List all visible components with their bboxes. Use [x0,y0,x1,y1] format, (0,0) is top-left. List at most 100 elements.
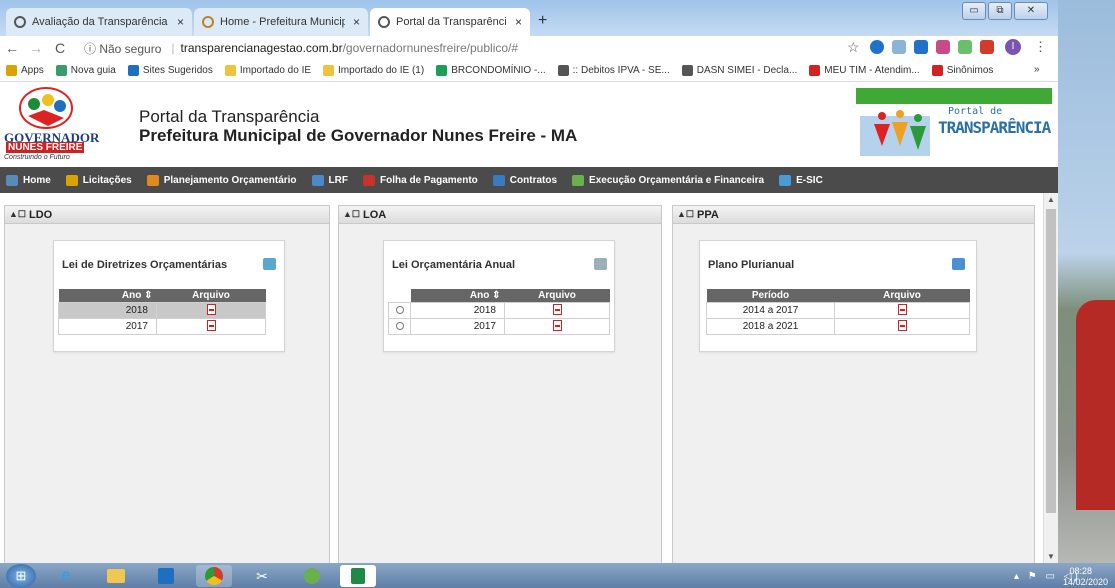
close-tab-icon[interactable]: × [177,15,184,29]
pdf-icon[interactable] [897,304,907,316]
start-button[interactable]: ⊞ [6,564,36,588]
clock-date[interactable]: 14/02/2020 [1063,577,1108,587]
tab-portal-transparencia[interactable]: Portal da Transparência × [370,8,530,36]
page-scrollbar[interactable]: ▲ ▼ [1043,193,1058,563]
col-header-year[interactable]: Ano ⇕ [410,289,505,302]
table-row[interactable]: 2014 a 2017 [706,301,970,319]
extension-icon[interactable] [980,40,994,54]
collapse-toggle-icon[interactable]: ▲☐ [9,209,27,220]
pdf-icon[interactable] [897,320,907,332]
bookmark-importado-ie-1[interactable]: Importado do IE (1) [323,65,424,76]
minimize-button[interactable]: ▭ [962,2,986,20]
pdf-icon[interactable] [552,304,562,316]
download-icon[interactable] [952,258,965,270]
more-bookmarks-button[interactable]: » [1034,64,1040,75]
bookmark-sinonimos[interactable]: Sinônimos [931,65,993,76]
file-cell[interactable] [834,301,970,319]
file-cell[interactable] [504,317,610,335]
panel-header[interactable]: ▲☐ LOA [339,206,661,224]
col-header-year[interactable]: Ano ⇕ [58,289,157,302]
bookmark-sites-sugeridos[interactable]: Sites Sugeridos [127,65,213,76]
menu-execucao[interactable]: Execução Orçamentária e Financeira [572,174,765,186]
table-row[interactable]: 2017 [388,317,610,335]
globe-icon [557,65,569,76]
close-tab-icon[interactable]: × [353,15,360,29]
table-row[interactable]: 2017 [58,317,266,335]
address-bar[interactable]: ⓘ Não seguro | transparencianagestao.com… [84,38,824,58]
bookmark-label: Sites Sugeridos [142,65,213,76]
forward-button[interactable]: → [24,40,48,56]
file-cell[interactable] [156,317,266,335]
not-secure-indicator[interactable]: ⓘ Não seguro [84,40,161,57]
bookmark-debitos-ipva[interactable]: :: Debitos IPVA - SE... [557,65,670,76]
money-bag-icon [146,174,159,186]
export-icon[interactable] [594,258,607,270]
snipping-tool-taskbar-button[interactable]: ✂ [244,565,280,587]
municipality-logo[interactable]: GOVERNADOR NUNES FREIRE Construindo o Fu… [4,86,134,164]
view-cell[interactable] [388,317,411,335]
clock-time[interactable]: 08:28 [1069,566,1092,576]
extension-icon[interactable] [958,40,972,54]
bookmark-dasn-simei[interactable]: DASN SIMEI - Decla... [681,65,797,76]
tab-avaliacao[interactable]: Avaliação da Transparência dos M × [6,8,192,36]
file-cell[interactable] [834,317,970,335]
menu-licitacoes[interactable]: Licitações [65,174,132,186]
magnifier-icon[interactable] [395,305,404,314]
scroll-down-icon[interactable]: ▼ [1047,552,1055,561]
portal-transparencia-logo[interactable]: Portal de TRANSPARÊNCIA [856,88,1052,160]
menu-esic[interactable]: E-SIC [779,174,823,186]
panel-header[interactable]: ▲☐ LDO [5,206,329,224]
app-taskbar-button[interactable] [294,565,330,587]
file-cell[interactable] [156,301,266,319]
close-tab-icon[interactable]: × [515,15,522,29]
bookmark-importado-ie[interactable]: Importado do IE [224,65,311,76]
panel-header[interactable]: ▲☐ PPA [673,206,1034,224]
chrome-menu-icon[interactable]: ⋮ [1034,39,1047,55]
maximize-button[interactable]: ⧉ [988,2,1012,20]
menu-label: Execução Orçamentária e Financeira [589,174,765,186]
pdf-icon[interactable] [552,320,562,332]
extension-icon[interactable] [914,40,928,54]
collapse-toggle-icon[interactable]: ▲☐ [343,209,361,220]
view-cell[interactable] [388,301,411,319]
menu-lrf[interactable]: LRF [311,174,348,186]
bookmark-nova-guia[interactable]: Nova guia [55,65,116,76]
file-cell[interactable] [504,301,610,319]
contracts-icon [492,174,505,186]
loa-table: Ano ⇕ Arquivo 2018 2017 [388,289,610,335]
bookmark-brcondominio[interactable]: BRCONDOMÍNIO -... [436,65,546,76]
ie-taskbar-button[interactable]: e [48,565,84,587]
bookmark-star-icon[interactable]: ☆ [847,39,860,56]
back-button[interactable]: ← [0,40,24,56]
explorer-taskbar-button[interactable] [98,565,134,587]
pdf-icon[interactable] [206,320,216,332]
reload-button[interactable]: C [48,40,72,56]
magnifier-icon[interactable] [395,321,404,330]
collapse-toggle-icon[interactable]: ▲☐ [677,209,695,220]
table-row[interactable]: 2018 a 2021 [706,317,970,335]
excel-taskbar-button[interactable] [340,565,376,587]
chrome-taskbar-button[interactable] [196,565,232,587]
pdf-icon[interactable] [206,304,216,316]
close-window-button[interactable]: ✕ [1014,2,1048,20]
excel-export-icon[interactable] [263,258,276,270]
menu-planejamento[interactable]: Planejamento Orçamentário [146,174,297,186]
extension-icon[interactable] [870,40,884,54]
table-row[interactable]: 2018 [58,301,266,319]
extension-icon[interactable] [892,40,906,54]
new-tab-button[interactable]: + [538,12,547,30]
menu-folha-pagamento[interactable]: Folha de Pagamento [363,174,478,186]
bookmark-meu-tim[interactable]: MEU TIM - Atendim... [809,65,920,76]
menu-contratos[interactable]: Contratos [492,174,557,186]
bookmark-apps[interactable]: Apps [6,65,44,76]
extension-icon[interactable] [936,40,950,54]
table-row[interactable]: 2018 [388,301,610,319]
tab-home-prefeitura[interactable]: Home - Prefeitura Municipal de G × [194,8,368,36]
menu-home[interactable]: Home [6,174,51,186]
outlook-taskbar-button[interactable] [148,565,184,587]
profile-avatar[interactable]: I [1005,39,1021,55]
loa-panel: ▲☐ LOA Lei Orçamentária Anual Ano ⇕ Arqui… [338,205,662,563]
scrollbar-thumb[interactable] [1046,209,1056,513]
scroll-up-icon[interactable]: ▲ [1047,195,1055,204]
folder-icon [107,569,125,583]
